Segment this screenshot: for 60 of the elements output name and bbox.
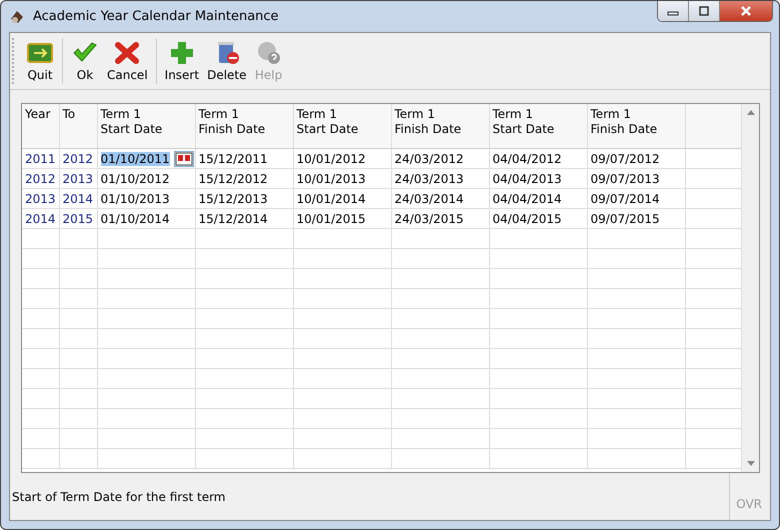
mode-indicator: OVR	[729, 473, 770, 520]
table-cell: 10/01/2013	[296, 172, 366, 186]
column-header[interactable]: Term 1 Start Date	[293, 104, 391, 148]
table-cell: 15/12/2011	[198, 152, 268, 166]
window-title: Academic Year Calendar Maintenance	[33, 9, 279, 24]
column-header[interactable]: Term 1 Finish Date	[587, 104, 685, 148]
close-button[interactable]	[720, 1, 772, 21]
table-cell: 09/07/2014	[590, 192, 660, 206]
table-cell: 04/04/2015	[492, 212, 562, 226]
toolbar-button[interactable]: Ok	[67, 40, 103, 82]
date-input[interactable]: 01/10/2011	[100, 152, 170, 166]
status-message: Start of Term Date for the first term	[12, 490, 226, 504]
calendar-button[interactable]	[174, 150, 194, 166]
table-cell: 15/12/2012	[198, 172, 268, 186]
table-cell: 09/07/2013	[590, 172, 660, 186]
table-cell: 04/04/2012	[492, 152, 562, 166]
toolbar-button[interactable]: Delete	[203, 40, 251, 82]
table-cell: 24/03/2013	[394, 172, 464, 186]
toolbar-button[interactable]: Insert	[160, 40, 204, 82]
column-header[interactable]: Term 1 Start Date	[489, 104, 587, 148]
toolbar-button[interactable]: Quit	[22, 40, 58, 82]
table-cell: 2012	[62, 152, 94, 166]
table-cell: 01/10/2014	[100, 212, 170, 226]
table-cell: 15/12/2013	[198, 192, 268, 206]
scroll-down-icon[interactable]	[746, 461, 754, 466]
table-cell: 04/04/2014	[492, 192, 562, 206]
column-header[interactable]: Term 1 Finish Date	[195, 104, 293, 148]
maximize-icon	[698, 6, 710, 16]
table-cell: 09/07/2015	[590, 212, 660, 226]
table-cell: 10/01/2015	[296, 212, 366, 226]
table-cell: 09/07/2012	[590, 152, 660, 166]
minimize-button[interactable]	[658, 1, 689, 21]
table-cell: 15/12/2014	[198, 212, 268, 226]
exit-sign-icon	[26, 40, 54, 66]
table-cell: 01/10/2013	[100, 192, 170, 206]
table-cell: 01/10/2012	[100, 172, 170, 186]
column-header[interactable]: Term 1 Start Date	[97, 104, 195, 148]
table-cell: 10/01/2012	[296, 152, 366, 166]
table-cell: 2011	[25, 152, 56, 166]
toolbar-button[interactable]: Cancel	[103, 40, 152, 82]
column-header[interactable]: Term 1 Finish Date	[391, 104, 489, 148]
close-icon	[739, 5, 753, 17]
table-cell: 2012	[25, 172, 56, 186]
scrollbar[interactable]	[741, 104, 759, 472]
table-cell: 24/03/2014	[394, 192, 464, 206]
table-cell: 2013	[62, 172, 94, 186]
column-header[interactable]: To	[59, 104, 97, 148]
table-cell: 10/01/2014	[296, 192, 366, 206]
table-cell: 2014	[25, 212, 56, 226]
app-icon	[9, 8, 25, 24]
maximize-button[interactable]	[689, 1, 720, 21]
table-cell: 2015	[62, 212, 94, 226]
table-cell: 04/04/2013	[492, 172, 562, 186]
table-cell: 24/03/2012	[394, 152, 464, 166]
table-cell: 2013	[25, 192, 56, 206]
table-cell: 24/03/2015	[394, 212, 464, 226]
table-cell: 2014	[62, 192, 94, 206]
scroll-up-icon[interactable]	[746, 110, 754, 115]
cross-icon	[113, 40, 142, 66]
column-header[interactable]: Year	[22, 104, 59, 148]
